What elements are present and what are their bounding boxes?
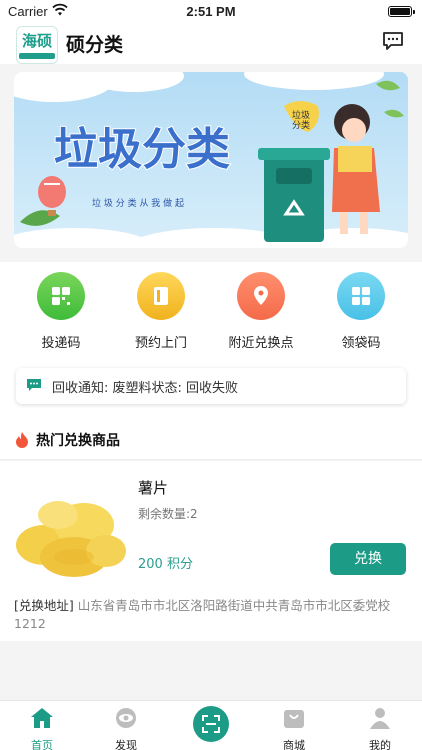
- shortcut-nearby-points[interactable]: 附近兑换点: [211, 262, 311, 351]
- status-bar: Carrier 2:51 PM: [0, 0, 422, 24]
- tab-label: 发现: [115, 739, 137, 750]
- shortcut-delivery-code[interactable]: 投递码: [11, 262, 111, 351]
- address-label: [兑换地址]: [14, 598, 74, 613]
- promo-banner[interactable]: 垃圾分类 垃 圾 分 类 从 我 做 起 垃圾 分类: [14, 72, 408, 248]
- banner-tag-line1: 垃圾: [292, 109, 310, 121]
- tab-label: 首页: [31, 739, 53, 750]
- shortcut-label: 附近兑换点: [228, 336, 294, 351]
- section-title: 热门兑换商品: [36, 433, 120, 449]
- tab-label: 我的: [369, 739, 391, 750]
- door-icon: [137, 272, 185, 320]
- logo-text: 海硕: [21, 32, 52, 50]
- banner-headline: 垃圾分类: [54, 124, 230, 175]
- logo-stripe: [19, 53, 55, 59]
- eye-icon: [116, 708, 136, 728]
- message-icon[interactable]: [382, 31, 404, 51]
- shortcut-label: 预约上门: [134, 336, 187, 351]
- tab-discover[interactable]: 发现: [84, 701, 168, 750]
- product-card: 薯片 剩余数量:2 200 积分 兑换 [兑换地址] 山东省青岛市市北区洛阳路街…: [0, 461, 422, 641]
- notice-text: 回收通知: 废塑料状态: 回收失败: [52, 381, 239, 396]
- tab-home[interactable]: 首页: [0, 701, 84, 750]
- grid-icon: [337, 272, 385, 320]
- product-stock: 剩余数量:2: [138, 507, 198, 521]
- tab-profile[interactable]: 我的: [338, 701, 422, 750]
- shortcut-grid: 投递码 预约上门 附近兑换点 领袋码: [0, 262, 422, 362]
- product-points: 200 积分: [138, 557, 193, 572]
- tab-mall[interactable]: 商城: [252, 701, 336, 750]
- qrcode-icon: [37, 272, 85, 320]
- shortcut-booking[interactable]: 预约上门: [111, 262, 211, 351]
- flame-icon: [16, 432, 28, 448]
- user-icon: [370, 708, 390, 729]
- location-pin-icon: [237, 272, 285, 320]
- shortcut-label: 领袋码: [341, 336, 381, 351]
- exchange-button[interactable]: 兑换: [330, 543, 406, 575]
- shortcut-label: 投递码: [41, 336, 81, 351]
- product-image: [14, 485, 128, 583]
- banner-tag-line2: 分类: [292, 119, 310, 131]
- battery-icon: [388, 6, 415, 17]
- scan-icon: [202, 715, 220, 733]
- hot-goods-header: 热门兑换商品: [0, 412, 422, 460]
- banner-illustration: 垃圾分类 垃 圾 分 类 从 我 做 起 垃圾 分类: [14, 72, 408, 248]
- banner-subline: 垃 圾 分 类 从 我 做 起: [92, 197, 184, 209]
- scan-button[interactable]: [193, 706, 229, 742]
- product-name: 薯片: [138, 479, 169, 497]
- app-logo: 海硕: [16, 26, 58, 64]
- clock: 2:51 PM: [186, 4, 236, 19]
- recycle-notice[interactable]: 回收通知: 废塑料状态: 回收失败: [16, 368, 406, 404]
- page-title: 硕分类: [66, 34, 124, 56]
- chat-bubble-icon: [27, 379, 41, 391]
- notice-section: 回收通知: 废塑料状态: 回收失败: [0, 362, 422, 412]
- app-screen: Carrier 2:51 PM 海硕 硕分类 垃圾分类 垃 圾 分 类 从 我 …: [0, 0, 422, 750]
- tab-bar: 首页 发现 商城 我的: [0, 700, 422, 750]
- shortcut-bag-code[interactable]: 领袋码: [311, 262, 411, 351]
- tab-label: 商城: [283, 739, 305, 750]
- app-header: 海硕 硕分类: [0, 24, 422, 64]
- exchange-address: [兑换地址] 山东省青岛市市北区洛阳路街道中共青岛市市北区委党校1212: [14, 597, 408, 633]
- home-icon: [31, 708, 53, 728]
- shop-bag-icon: [284, 710, 304, 728]
